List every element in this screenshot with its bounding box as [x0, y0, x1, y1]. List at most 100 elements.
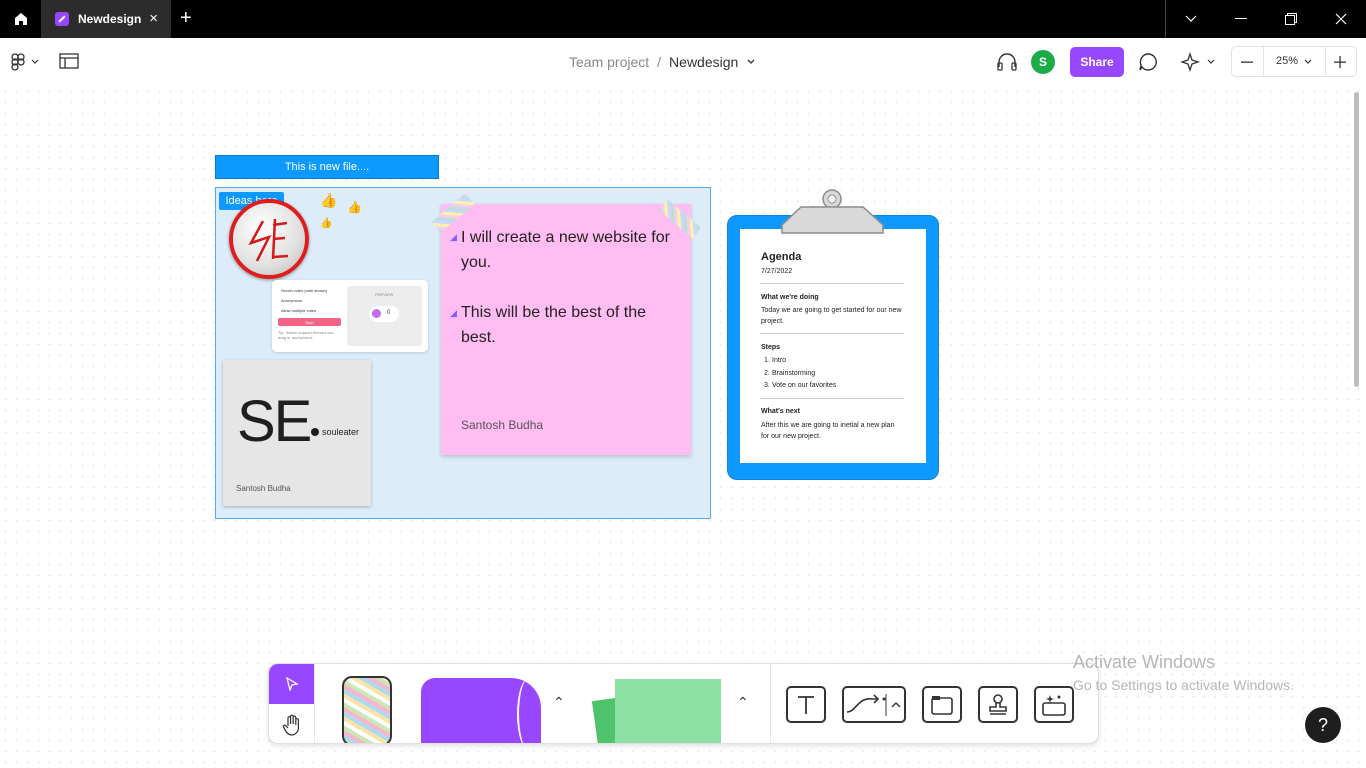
clipboard-clip-icon — [781, 189, 884, 234]
chevron-down-icon[interactable] — [1304, 59, 1312, 65]
shape-tool-edge — [517, 678, 541, 743]
poll-start-button[interactable]: Start — [278, 318, 341, 326]
team-link[interactable]: Team project — [569, 54, 649, 70]
text-icon — [798, 695, 814, 714]
zoom-control: 25% — [1231, 46, 1357, 77]
comments-button[interactable] — [1138, 52, 1158, 77]
thumbs-up-icon[interactable]: 👍 — [320, 192, 337, 209]
avatar[interactable]: S — [1031, 50, 1055, 74]
sticky-author: Santosh Budha — [461, 418, 544, 432]
file-name[interactable]: Newdesign — [669, 54, 738, 70]
main-menu-button[interactable] — [10, 53, 40, 76]
agenda-heading: What's next — [761, 408, 801, 415]
audio-button[interactable] — [996, 53, 1018, 76]
poll-option: Allow multiple votes — [281, 308, 317, 313]
move-tool-button[interactable] — [269, 664, 314, 704]
stickers-tool-button[interactable] — [342, 676, 392, 743]
agenda-step: Vote on our favorites — [772, 382, 837, 389]
sparkle-icon — [1179, 51, 1215, 73]
hand-tool-button[interactable] — [269, 704, 314, 743]
poll-option: Secret votes (until shown) — [281, 288, 328, 293]
chevron-down-icon[interactable] — [746, 58, 756, 66]
logo-sticker[interactable] — [229, 199, 309, 279]
section-icon — [931, 695, 953, 715]
layout-panel-button[interactable] — [59, 53, 79, 74]
minimize-icon[interactable] — [1216, 0, 1266, 38]
chevron-up-icon[interactable]: ⌃ — [553, 694, 565, 711]
home-button[interactable] — [0, 0, 41, 38]
poll-option: Anonymous — [281, 298, 303, 303]
tab-title: Newdesign — [78, 12, 142, 26]
sticky-text-line: I will create a new website for you. — [461, 229, 670, 271]
connector-icon — [846, 693, 901, 716]
agenda-step: Brainstorming — [772, 370, 816, 377]
se-logo-icon — [248, 218, 289, 262]
logo-card[interactable]: SE souleater Santosh Budha — [223, 360, 371, 506]
connector-tool-button[interactable] — [842, 686, 906, 723]
vote-icon: ◢ — [450, 232, 457, 242]
more-tools-button[interactable] — [1034, 686, 1074, 723]
divider — [770, 664, 771, 743]
agenda-heading: Steps — [761, 344, 781, 351]
sticky-note[interactable]: I will create a new website for you. Thi… — [441, 204, 691, 455]
sparkle-box-icon — [1042, 694, 1066, 716]
vote-icon: ◢ — [450, 308, 457, 318]
agenda-date: 7/27/2022 — [761, 268, 793, 275]
logo-subtext: souleater — [322, 427, 360, 437]
agenda-paragraph: After this we are going to inetial a new… — [761, 422, 895, 440]
agenda-step-number: 2. — [764, 370, 770, 377]
logo-dot — [311, 428, 319, 436]
agenda-title: Agenda — [761, 251, 802, 263]
poll-counter: 0 — [369, 306, 399, 322]
tab-newdesign[interactable]: Newdesign × — [41, 0, 171, 38]
breadcrumb-separator: / — [657, 54, 662, 70]
restore-icon[interactable] — [1266, 0, 1316, 38]
divider — [1325, 47, 1326, 76]
home-icon — [14, 13, 27, 25]
share-button[interactable]: Share — [1070, 47, 1124, 77]
watermark-title: Activate Windows — [1073, 652, 1216, 672]
ai-tools-button[interactable] — [1179, 51, 1218, 77]
headphones-icon — [997, 53, 1017, 71]
close-window-icon[interactable] — [1316, 0, 1366, 38]
poll-preview: PREVIEW 0 — [347, 286, 422, 346]
sticky-text-line: This will be the best of the best. — [461, 304, 646, 346]
title-bar: Newdesign × + — [0, 0, 1366, 38]
layout-icon — [59, 53, 79, 69]
vertical-scrollbar[interactable] — [1354, 92, 1359, 387]
section-tool-button[interactable] — [922, 686, 962, 723]
zoom-out-icon[interactable] — [1241, 56, 1253, 68]
chevron-up-icon[interactable]: ⌃ — [737, 694, 749, 711]
poll-widget[interactable]: Secret votes (until shown) Anonymous All… — [272, 280, 428, 352]
watermark-subtitle: Go to Settings to activate Windows. — [1073, 677, 1294, 693]
thumbs-up-icon[interactable]: 👍 — [347, 200, 362, 214]
agenda-step-number: 1. — [764, 357, 770, 364]
creation-toolbar: ⌃ ⌃ — [268, 663, 1099, 744]
help-button[interactable]: ? — [1305, 707, 1341, 743]
chevron-down-icon[interactable] — [1166, 0, 1216, 38]
zoom-in-icon[interactable] — [1334, 56, 1346, 68]
thumbs-up-icon[interactable]: 👍 — [320, 218, 332, 229]
agenda-step-number: 3. — [764, 382, 770, 389]
breadcrumb: Team project / Newdesign — [569, 54, 756, 70]
zoom-level[interactable]: 25% — [1276, 55, 1298, 67]
text-tool-button[interactable] — [786, 686, 826, 723]
stamp-icon — [989, 693, 1007, 715]
cursor-icon — [285, 677, 299, 691]
logo-text: SE — [237, 389, 312, 454]
stamp-tool-button[interactable] — [978, 686, 1018, 723]
poll-note: Tip: Switch support themes into drag or … — [278, 330, 334, 340]
close-icon[interactable]: × — [149, 11, 158, 26]
agenda-heading: What we're doing — [761, 294, 819, 301]
divider — [314, 664, 315, 743]
sticky-note-tool-button[interactable] — [615, 679, 721, 743]
hand-icon — [282, 714, 299, 736]
divider — [760, 333, 904, 334]
plus-icon[interactable]: + — [180, 8, 192, 28]
comment-icon — [1139, 53, 1157, 71]
divider — [760, 398, 904, 399]
file-label[interactable]: This is new file.... — [215, 155, 439, 179]
agenda-step: Intro — [772, 357, 787, 364]
divider — [760, 283, 904, 284]
agenda-paragraph: Today we are going to get started for ou… — [761, 307, 902, 325]
